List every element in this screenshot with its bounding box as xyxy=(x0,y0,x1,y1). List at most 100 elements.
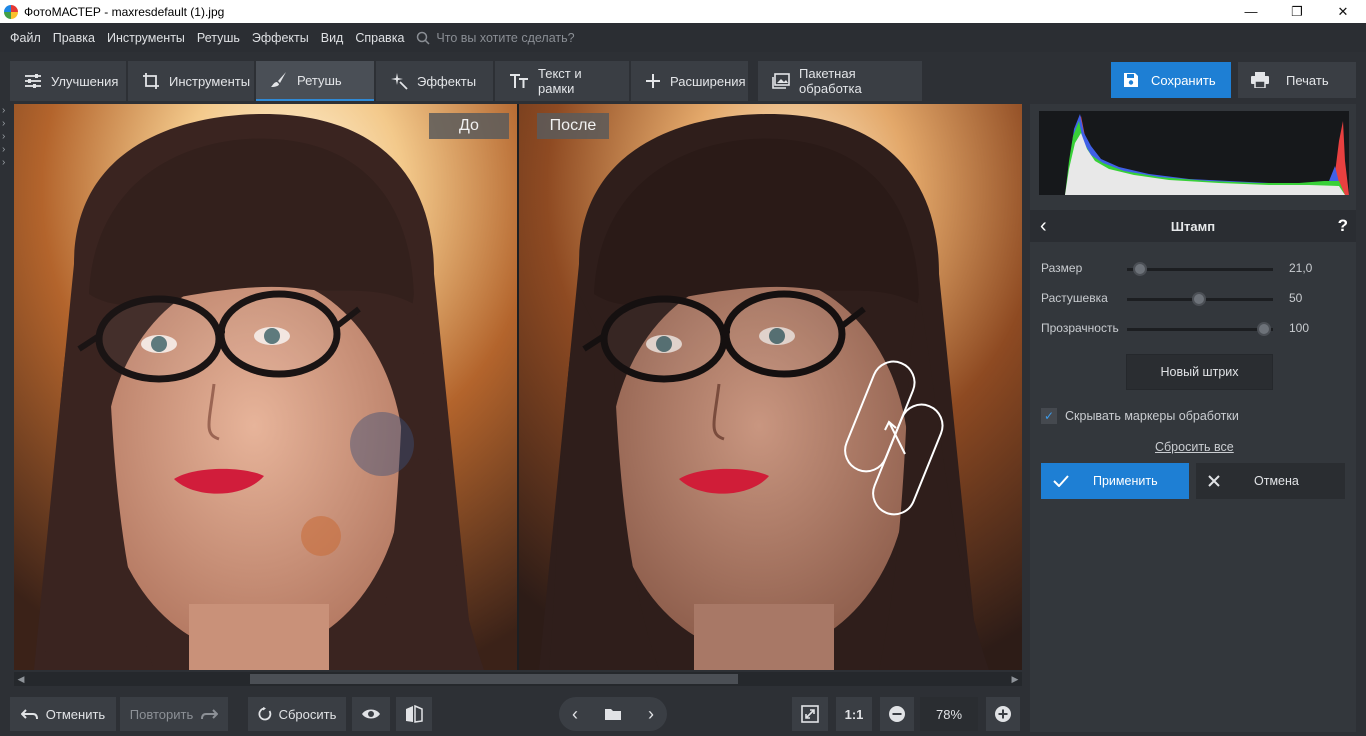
scroll-right-icon[interactable]: ▶ xyxy=(1008,672,1022,686)
fit-screen-button[interactable] xyxy=(792,697,828,731)
horizontal-scrollbar[interactable]: ◀ ▶ xyxy=(14,672,1022,686)
size-value: 21,0 xyxy=(1289,261,1313,275)
chevron-right-icon[interactable]: › xyxy=(0,130,12,143)
back-chevron-icon[interactable]: ‹ xyxy=(1040,215,1047,238)
chevron-right-icon[interactable]: › xyxy=(0,143,12,156)
before-photo: До xyxy=(14,104,517,670)
menu-search[interactable]: Что вы хотите сделать? xyxy=(416,31,575,45)
compare-button[interactable] xyxy=(396,697,432,731)
redo-button[interactable]: Повторить xyxy=(120,697,228,731)
opacity-slider-knob[interactable] xyxy=(1257,322,1271,336)
tab-retouch[interactable]: Ретушь xyxy=(256,61,374,101)
preview-toggle-button[interactable] xyxy=(352,697,390,731)
zoom-in-button[interactable] xyxy=(986,697,1020,731)
after-photo: После xyxy=(519,104,1022,670)
size-label: Размер xyxy=(1041,261,1083,275)
tab-label: Улучшения xyxy=(51,73,119,89)
undo-icon xyxy=(20,709,38,720)
menu-tools[interactable]: Инструменты xyxy=(101,31,191,45)
printer-icon xyxy=(1251,72,1269,88)
feather-slider-knob[interactable] xyxy=(1192,292,1206,306)
window-title: ФотоМАСТЕР - maxresdefault (1).jpg xyxy=(24,4,225,19)
folder-icon[interactable] xyxy=(604,707,622,721)
tab-tools[interactable]: Инструменты xyxy=(128,61,254,101)
tab-text-frames[interactable]: Текст и рамки xyxy=(495,61,629,101)
minimize-button[interactable]: — xyxy=(1228,0,1274,23)
after-label: После xyxy=(537,113,609,139)
menu-file[interactable]: Файл xyxy=(4,31,47,45)
close-button[interactable]: ✕ xyxy=(1320,0,1366,23)
help-icon[interactable]: ? xyxy=(1338,216,1348,236)
chevron-right-icon[interactable]: › xyxy=(0,156,12,169)
save-label: Сохранить xyxy=(1151,72,1216,88)
actual-size-button[interactable]: 1:1 xyxy=(836,697,872,731)
opacity-value: 100 xyxy=(1289,321,1310,335)
menu-view[interactable]: Вид xyxy=(315,31,350,45)
cancel-label: Отмена xyxy=(1254,474,1299,488)
histogram xyxy=(1039,111,1349,195)
before-label: До xyxy=(429,113,509,139)
next-file-icon[interactable]: › xyxy=(648,704,654,725)
tab-effects[interactable]: Эффекты xyxy=(376,61,493,101)
menu-retouch[interactable]: Ретушь xyxy=(191,31,246,45)
opacity-label: Прозрачность xyxy=(1041,321,1119,335)
previous-file-icon[interactable]: ‹ xyxy=(572,704,578,725)
chevron-right-icon[interactable]: › xyxy=(0,117,12,130)
zoom-level[interactable]: 78% xyxy=(920,697,978,731)
tab-label: Текст и рамки xyxy=(538,66,582,96)
hide-markers-row: ✓ Скрывать маркеры обработки xyxy=(1041,408,1239,424)
menu-effects[interactable]: Эффекты xyxy=(246,31,315,45)
print-button[interactable]: Печать xyxy=(1238,62,1356,98)
brush-icon xyxy=(271,72,286,87)
tab-improvements[interactable]: Улучшения xyxy=(10,61,126,101)
tab-batch-processing[interactable]: Пакетная обработка xyxy=(758,61,922,101)
text-icon xyxy=(510,74,528,88)
redo-icon xyxy=(201,709,219,720)
sliders-icon xyxy=(25,74,41,88)
tab-extensions[interactable]: Расширения xyxy=(631,61,748,101)
crop-icon xyxy=(143,73,159,89)
menu-bar: Файл Правка Инструменты Ретушь Эффекты В… xyxy=(0,23,1366,52)
cancel-button[interactable]: Отмена xyxy=(1196,463,1345,499)
close-icon xyxy=(1208,475,1220,487)
images-icon xyxy=(772,73,790,89)
main-tabs: Улучшения Инструменты Ретушь Эффекты Тек… xyxy=(10,61,922,101)
apply-label: Применить xyxy=(1093,474,1158,488)
menu-edit[interactable]: Правка xyxy=(47,31,101,45)
apply-button[interactable]: Применить xyxy=(1041,463,1189,499)
size-slider-track[interactable] xyxy=(1127,268,1273,271)
tab-label: Пакетная обработка xyxy=(799,66,862,96)
tab-label: Эффекты xyxy=(417,73,477,89)
size-slider-knob[interactable] xyxy=(1133,262,1147,276)
compare-split-icon xyxy=(406,705,423,723)
app-logo-icon xyxy=(4,4,18,19)
title-bar: ФотоМАСТЕР - maxresdefault (1).jpg — ❐ ✕ xyxy=(0,0,1366,23)
checkmark-icon xyxy=(1053,475,1069,487)
hide-markers-checkbox[interactable]: ✓ xyxy=(1041,408,1057,424)
chevron-right-icon[interactable]: › xyxy=(0,104,12,117)
reset-all-link[interactable]: Сбросить все xyxy=(1155,440,1234,454)
undo-label: Отменить xyxy=(45,706,106,722)
eye-icon xyxy=(362,709,380,719)
hide-markers-label: Скрывать маркеры обработки xyxy=(1065,409,1239,423)
save-button[interactable]: Сохранить xyxy=(1111,62,1231,98)
new-stroke-button[interactable]: Новый штрих xyxy=(1126,354,1273,390)
feather-slider-row: Растушевка 50 xyxy=(1041,289,1321,309)
scroll-left-icon[interactable]: ◀ xyxy=(14,672,28,686)
scroll-thumb[interactable] xyxy=(250,674,738,684)
zoom-out-button[interactable] xyxy=(880,697,914,731)
maximize-button[interactable]: ❐ xyxy=(1274,0,1320,23)
print-label: Печать xyxy=(1286,72,1329,88)
opacity-slider-track[interactable] xyxy=(1127,328,1273,331)
left-panel-toggles: › › › › › xyxy=(0,104,12,169)
opacity-slider-row: Прозрачность 100 xyxy=(1041,319,1321,339)
panel-title: Штамп xyxy=(1170,218,1216,234)
undo-button[interactable]: Отменить xyxy=(10,697,116,731)
zoom-out-icon xyxy=(889,706,905,722)
menu-help[interactable]: Справка xyxy=(349,31,410,45)
image-canvas[interactable]: До После xyxy=(14,104,1022,670)
fit-screen-icon xyxy=(801,705,819,723)
sparkle-icon xyxy=(391,73,408,90)
stamp-panel-header: ‹ Штамп ? xyxy=(1030,210,1356,242)
reset-button[interactable]: Сбросить xyxy=(248,697,346,731)
